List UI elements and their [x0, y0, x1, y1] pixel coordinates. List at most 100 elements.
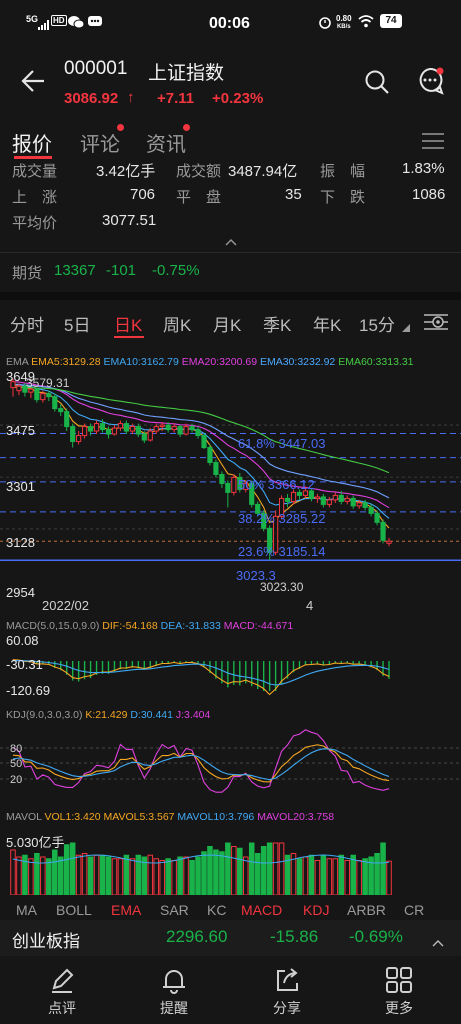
indicator-tab-macd[interactable]: MACD — [241, 902, 282, 918]
tab-intraday[interactable]: 分时 — [10, 311, 44, 336]
bottom-ticker[interactable]: 创业板指 2296.60 -15.86 -0.69% — [0, 920, 461, 956]
tab-yearly-k[interactable]: 年K — [313, 311, 341, 336]
nav-comment[interactable]: 点评 — [32, 966, 92, 1018]
futures-value: 13367 — [54, 262, 96, 279]
indicator-tab-ema[interactable]: EMA — [111, 902, 141, 918]
candle-body — [16, 385, 22, 392]
tab-weekly-k[interactable]: 周K — [163, 311, 191, 336]
tab-quote[interactable]: 报价 — [12, 128, 52, 157]
candlestick-chart[interactable]: 3649 3475 3301 3128 2954 3579.31 61.8% 3… — [0, 369, 461, 605]
menu-icon[interactable] — [422, 132, 444, 155]
volume-bar — [189, 860, 195, 895]
volume-bar — [338, 854, 345, 895]
mavol20-label: MAVOL20:3.758 — [257, 811, 335, 823]
mavol-legend: MAVOL VOL1:3.420 MAVOL5:3.567 MAVOL10:3.… — [6, 811, 334, 823]
date-axis-label: 2022/02 — [42, 598, 89, 613]
candle-body — [99, 423, 106, 431]
expand-chevron-icon[interactable] — [224, 234, 238, 252]
period-active-indicator — [114, 336, 144, 338]
volume-bar — [129, 858, 136, 895]
nav-share[interactable]: 分享 — [257, 966, 317, 1018]
macd-legend: MACD(5.0,15.0,9.0) DIF:-54.168 DEA:-31.8… — [6, 620, 293, 632]
up-count-value: 706 — [130, 186, 156, 203]
ema10-line — [12, 383, 390, 519]
low-price-annotation: 3023.30 — [260, 580, 304, 594]
nav-alert[interactable]: 提醒 — [144, 966, 204, 1018]
ticker-expand-chevron-icon[interactable] — [432, 932, 444, 952]
volume-bar — [266, 842, 273, 895]
back-arrow-icon[interactable] — [20, 68, 46, 99]
candle-body — [135, 426, 141, 435]
candle-body — [141, 433, 147, 441]
price-change-pct: +0.23% — [212, 90, 264, 107]
indicator-tab-sar[interactable]: SAR — [160, 902, 189, 918]
dropdown-triangle-icon[interactable] — [402, 317, 410, 337]
ticker-change: -15.86 — [270, 927, 319, 946]
search-icon[interactable] — [364, 69, 390, 100]
indicator-tab-cr[interactable]: CR — [404, 902, 424, 918]
nav-alert-label: 提醒 — [160, 1000, 188, 1016]
wifi-icon — [358, 15, 374, 32]
indicator-tab-boll[interactable]: BOLL — [56, 902, 92, 918]
volume-chart[interactable]: 5.030亿手 — [0, 833, 461, 895]
volume-bar — [46, 858, 52, 895]
chart-settings-icon[interactable] — [424, 311, 448, 338]
chat-icon[interactable] — [416, 67, 444, 100]
ema-legend-title: EMA — [6, 356, 29, 368]
kdj-chart[interactable]: 80 50 20 — [0, 725, 461, 803]
volume-bar — [380, 842, 386, 895]
divider — [0, 252, 461, 253]
candle-body — [123, 423, 129, 432]
volume-bar — [75, 854, 82, 895]
high-price-annotation: 3579.31 — [26, 376, 70, 390]
volume-bar — [242, 856, 249, 895]
flat-count-value: 35 — [285, 186, 302, 203]
tab-monthly-k[interactable]: 月K — [213, 311, 241, 336]
stock-name: 上证指数 — [148, 63, 225, 84]
candle-body — [34, 388, 40, 401]
volume-bar — [63, 844, 70, 895]
macd-chart[interactable]: 60.08 -30.31 -120.69 — [0, 633, 461, 697]
grid-icon — [386, 967, 412, 993]
candle-body — [201, 435, 207, 449]
kline-chart-area[interactable]: EMA EMA5:3129.28 EMA10:3162.79 EMA20:320… — [0, 345, 461, 905]
tab-quarterly-k[interactable]: 季K — [263, 311, 291, 336]
indicator-tab-kc[interactable]: KC — [207, 902, 226, 918]
nav-comment-label: 点评 — [48, 1000, 76, 1016]
mavol-title: MAVOL — [6, 811, 42, 823]
nav-more[interactable]: 更多 — [369, 966, 429, 1018]
candle-body — [320, 496, 326, 505]
candle-body — [374, 512, 380, 523]
tab-daily-k[interactable]: 日K — [114, 311, 142, 336]
current-price: 3086.92 — [64, 90, 119, 107]
macd-axis-label: 60.08 — [6, 633, 39, 648]
indicator-tab-kdj[interactable]: KDJ — [303, 902, 329, 918]
kdj-axis-label: 80 — [10, 743, 22, 755]
indicator-tab-arbr[interactable]: ARBR — [347, 902, 386, 918]
info-tabs: 报价 评论 资讯 — [0, 122, 461, 162]
clock: 00:06 — [209, 15, 250, 32]
battery-indicator: 74 — [380, 14, 402, 28]
kdj-axis-label: 50 — [10, 758, 22, 770]
volume-bar — [231, 846, 237, 895]
tab-active-indicator — [14, 156, 52, 159]
candle-body — [183, 426, 189, 435]
volume-bar — [308, 854, 315, 895]
candle-body — [332, 494, 338, 501]
volume-bar — [51, 849, 58, 895]
tab-comments[interactable]: 评论 — [80, 128, 120, 157]
candle-body — [40, 393, 46, 401]
tab-15min[interactable]: 15分 — [359, 311, 395, 336]
futures-change-pct: -0.75% — [152, 262, 200, 279]
volume-bar — [81, 853, 88, 895]
candle-body — [338, 494, 344, 502]
volume-bar — [278, 842, 285, 895]
section-gap — [0, 292, 461, 300]
tab-news[interactable]: 资讯 — [146, 128, 186, 157]
candle-body — [326, 499, 332, 505]
indicator-tab-ma[interactable]: MA — [16, 902, 37, 918]
futures-row[interactable]: 期货 13367 -101 -0.75% — [0, 260, 461, 284]
volume-bar — [302, 856, 309, 895]
tab-5day[interactable]: 5日 — [64, 311, 90, 336]
hd-badge: HD — [51, 15, 67, 26]
